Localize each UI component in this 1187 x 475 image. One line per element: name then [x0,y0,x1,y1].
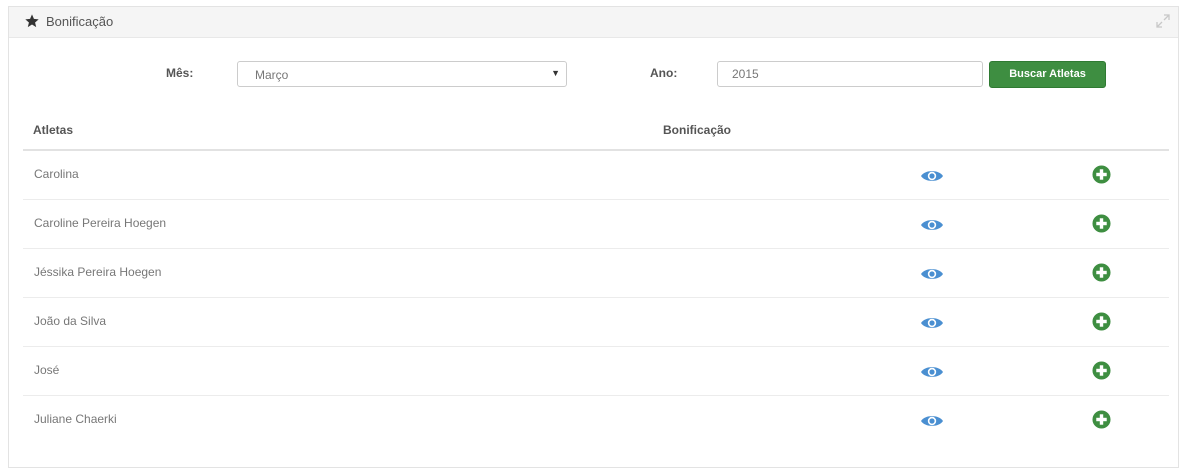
athlete-name: João da Silva [34,314,107,328]
caret-down-icon: ▼ [551,68,560,78]
athlete-name: José [34,363,60,377]
eye-icon[interactable] [920,315,944,331]
plus-circle-icon[interactable] [1092,165,1111,184]
table-row: Jéssika Pereira Hoegen [23,249,1169,298]
eye-icon[interactable] [920,364,944,380]
column-header-bonus: Bonificação [663,123,732,137]
eye-icon[interactable] [920,217,944,233]
table-row: Carolina [23,151,1169,200]
star-icon [25,14,39,28]
search-athletes-button[interactable]: Buscar Atletas [989,61,1106,88]
panel-header: Bonificação [9,7,1178,38]
expand-icon[interactable] [1156,14,1170,28]
month-select-value: Março [255,68,289,82]
bonificacao-panel: Bonificação Mês: Março ▼ Ano: 2015 Busca… [8,6,1179,468]
panel-title: Bonificação [46,14,114,29]
plus-circle-icon[interactable] [1092,214,1111,233]
athlete-name: Jéssika Pereira Hoegen [34,265,162,279]
plus-circle-icon[interactable] [1092,361,1111,380]
eye-icon[interactable] [920,413,944,429]
year-label: Ano: [650,66,678,80]
eye-icon[interactable] [920,168,944,184]
table-row: Juliane Chaerki [23,396,1169,445]
column-header-athletes: Atletas [33,123,74,137]
athlete-name: Juliane Chaerki [34,412,117,426]
plus-circle-icon[interactable] [1092,263,1111,282]
table-row: João da Silva [23,298,1169,347]
table-row: José [23,347,1169,396]
month-select[interactable]: Março ▼ [237,61,567,87]
plus-circle-icon[interactable] [1092,312,1111,331]
month-label: Mês: [166,66,194,80]
eye-icon[interactable] [920,266,944,282]
plus-circle-icon[interactable] [1092,410,1111,429]
year-input[interactable]: 2015 [717,61,983,87]
table-row: Caroline Pereira Hoegen [23,200,1169,249]
athlete-name: Carolina [34,167,79,181]
athlete-name: Caroline Pereira Hoegen [34,216,167,230]
